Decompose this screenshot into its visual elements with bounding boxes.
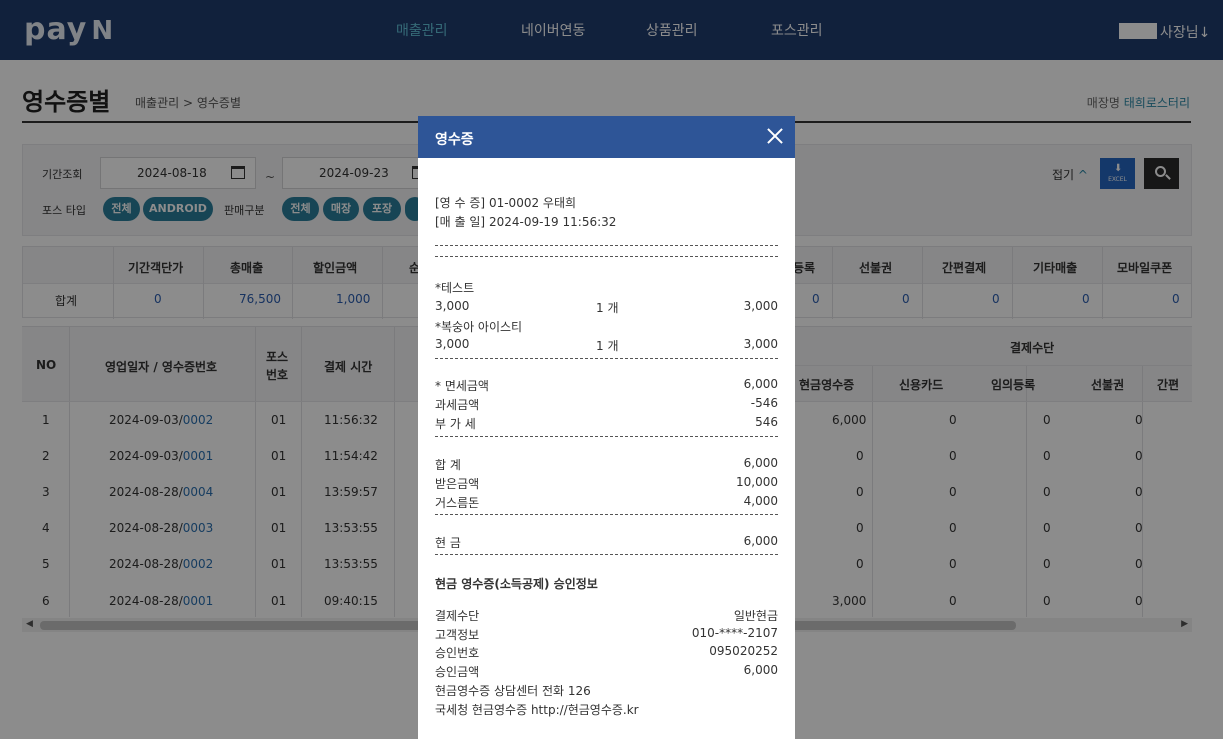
item-price: 3,000 xyxy=(435,299,470,313)
approval-value: 010-****-2107 xyxy=(691,626,778,640)
modal-title: 영수증 xyxy=(435,132,474,148)
tax-value: 6,000 xyxy=(743,377,778,391)
item-amount: 3,000 xyxy=(743,337,778,351)
approval-title: 현금 영수증(소득공제) 승인정보 xyxy=(435,577,598,591)
item-qty: 1 개 xyxy=(596,301,619,315)
item-price: 3,000 xyxy=(435,337,470,351)
receipt-modal: 영수증 [영 수 증] 01-0002 우태희 [매 출 일] 2024-09-… xyxy=(418,116,795,739)
close-icon[interactable] xyxy=(765,126,785,146)
approval-value: 일반현금 xyxy=(733,609,778,623)
cash-value: 6,000 xyxy=(743,534,778,548)
modal-header: 영수증 xyxy=(418,116,795,158)
total-value: 6,000 xyxy=(743,456,778,470)
approval-label: 결제수단 xyxy=(435,609,480,623)
tax-value: -546 xyxy=(750,396,778,410)
item-amount: 3,000 xyxy=(743,299,778,313)
approval-value: 095020252 xyxy=(709,644,778,658)
approval-value: 6,000 xyxy=(743,663,778,677)
received-label: 받은금액 xyxy=(435,477,480,491)
tax-value: 546 xyxy=(755,415,778,429)
item-qty: 1 개 xyxy=(596,339,619,353)
sale-date-line: [매 출 일] 2024-09-19 11:56:32 xyxy=(435,215,617,229)
total-label: 합 계 xyxy=(435,458,461,472)
approval-label: 승인번호 xyxy=(435,646,480,660)
tax-label: 과세금액 xyxy=(435,398,480,412)
item-name: *테스트 xyxy=(435,281,475,295)
tax-label: 부 가 세 xyxy=(435,417,476,431)
change-label: 거스름돈 xyxy=(435,496,480,510)
receipt-number-line: [영 수 증] 01-0002 우태희 xyxy=(435,196,577,210)
approval-label: 고객정보 xyxy=(435,628,480,642)
footer-line: 현금영수증 상담센터 전화 126 xyxy=(435,684,591,698)
item-name: *복숭아 아이스티 xyxy=(435,320,523,334)
received-value: 10,000 xyxy=(736,475,778,489)
tax-label: * 면세금액 xyxy=(435,379,489,393)
footer-line: 국세청 현금영수증 http://현금영수증.kr xyxy=(435,703,639,717)
change-value: 4,000 xyxy=(743,494,778,508)
approval-label: 승인금액 xyxy=(435,665,480,679)
cash-label: 현 금 xyxy=(435,536,461,550)
